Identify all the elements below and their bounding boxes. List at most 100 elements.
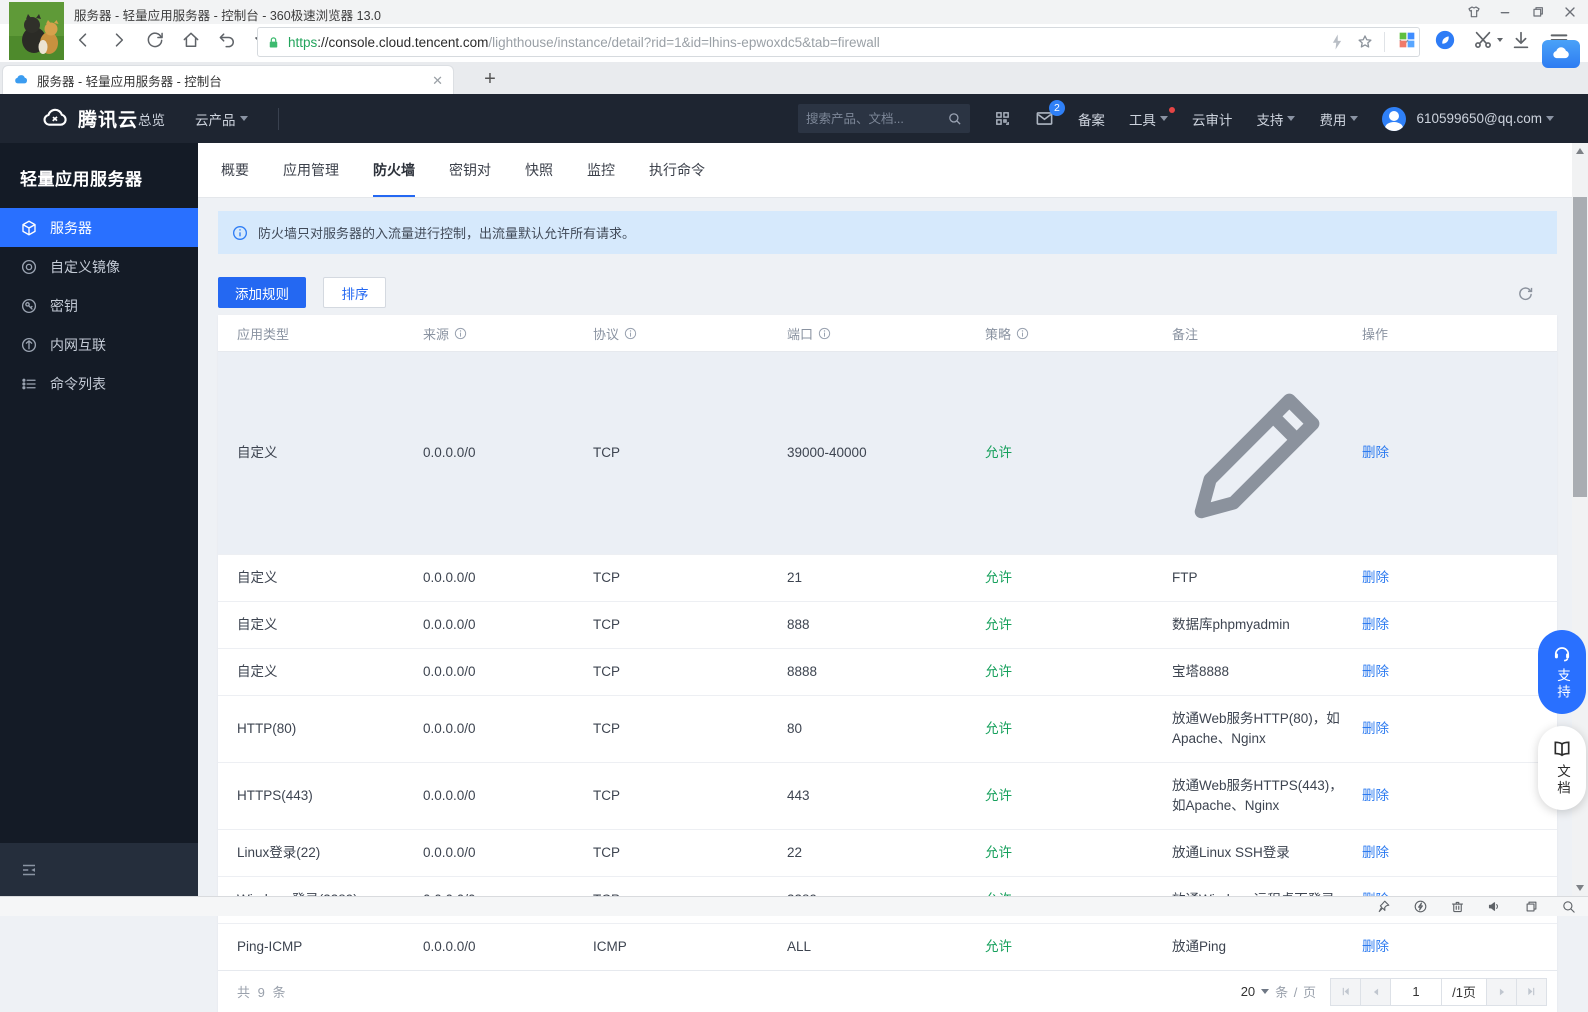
windows-icon[interactable]: [1524, 899, 1539, 914]
back-icon[interactable]: [72, 29, 94, 51]
prev-page-button[interactable]: [1360, 977, 1391, 1006]
cell-action: 删除: [1362, 830, 1557, 876]
close-icon[interactable]: [1562, 4, 1578, 20]
tab-close-icon[interactable]: ✕: [432, 74, 443, 87]
sort-button[interactable]: 排序: [323, 277, 387, 308]
theme-skin-icon[interactable]: [1466, 4, 1482, 20]
docs-float-button[interactable]: 文档: [1538, 726, 1586, 810]
refresh-icon[interactable]: [1517, 285, 1534, 302]
tencent-cloud-logo[interactable]: 腾讯云: [40, 94, 138, 143]
support-float-button[interactable]: 支持: [1538, 630, 1586, 714]
delete-rule-link[interactable]: 删除: [1362, 570, 1389, 585]
qrcode-icon[interactable]: [994, 110, 1011, 127]
topnav-item-备案[interactable]: 备案: [1078, 109, 1105, 129]
column-label: 备注: [1172, 326, 1199, 342]
edit-remark-icon[interactable]: [1172, 365, 1348, 541]
cell-app-type: Ping-ICMP: [237, 939, 303, 954]
next-page-button[interactable]: [1486, 977, 1517, 1006]
info-icon[interactable]: [818, 327, 831, 340]
sidebar-collapse-bar[interactable]: [0, 843, 198, 896]
cell-remark: [1172, 352, 1362, 554]
topnav-item-工具[interactable]: 工具: [1129, 106, 1175, 129]
account-menu[interactable]: 610599650@qq.com: [1382, 106, 1554, 131]
tab-防火墙[interactable]: 防火墙: [373, 143, 415, 197]
trash-icon[interactable]: [1450, 899, 1465, 914]
topnav-item-支持[interactable]: 支持: [1256, 109, 1296, 129]
lightning-icon[interactable]: [1328, 33, 1346, 51]
messages-icon[interactable]: 2: [1035, 100, 1065, 128]
topnav-products[interactable]: 云产品: [195, 109, 248, 129]
delete-rule-link[interactable]: 删除: [1362, 939, 1389, 954]
search-icon[interactable]: [947, 111, 962, 126]
tab-概要[interactable]: 概要: [221, 143, 249, 197]
volume-icon[interactable]: [1487, 899, 1502, 914]
info-icon[interactable]: [454, 327, 467, 340]
cell-app-type: HTTP(80): [237, 721, 297, 736]
tab-应用管理[interactable]: 应用管理: [283, 143, 339, 197]
undo-icon[interactable]: [216, 29, 238, 51]
speed-mode-icon[interactable]: [1413, 899, 1428, 914]
address-bar[interactable]: https://console.cloud.tencent.com/lighth…: [257, 27, 1420, 57]
sidebar-item-服务器[interactable]: 服务器: [0, 208, 198, 247]
sidebar-item-内网互联[interactable]: 内网互联: [0, 325, 198, 364]
new-tab-button[interactable]: +: [478, 68, 502, 91]
tab-执行命令[interactable]: 执行命令: [649, 143, 705, 197]
refresh-icon[interactable]: [144, 29, 166, 51]
browser-sync-cloud-badge[interactable]: [1542, 40, 1580, 68]
scrollbar-thumb[interactable]: [1573, 197, 1587, 497]
minimize-icon[interactable]: [1498, 4, 1514, 20]
tab-密钥对[interactable]: 密钥对: [449, 143, 491, 197]
delete-rule-link[interactable]: 删除: [1362, 664, 1389, 679]
page-number-input[interactable]: [1391, 984, 1441, 999]
cell-remark: 放通Linux SSH登录: [1172, 845, 1290, 860]
user-avatar-photo[interactable]: [9, 2, 64, 60]
last-page-button[interactable]: [1516, 977, 1547, 1006]
scroll-up-icon[interactable]: [1572, 143, 1588, 159]
collapse-sidebar-icon[interactable]: [20, 861, 38, 879]
screenshot-icon[interactable]: [1472, 29, 1503, 51]
cell-port: 888: [787, 617, 810, 632]
tab-快照[interactable]: 快照: [525, 143, 553, 197]
delete-rule-link[interactable]: 删除: [1362, 617, 1389, 632]
browser-tab-active[interactable]: 服务器 - 轻量应用服务器 - 控制台 ✕: [2, 65, 454, 94]
add-rule-button[interactable]: 添加规则: [218, 277, 306, 308]
table-row: 自定义 0.0.0.0/0 TCP 888 允许 数据库phpmyadmin 删除: [218, 601, 1557, 648]
tab-监控[interactable]: 监控: [587, 143, 615, 197]
info-icon[interactable]: [1016, 327, 1029, 340]
magnifier-icon[interactable]: [1561, 899, 1576, 914]
browser-app-icon[interactable]: [1434, 29, 1456, 51]
browser-nav-icons: [72, 29, 274, 51]
cell-protocol: TCP: [593, 845, 620, 860]
sidebar-item-命令列表[interactable]: 命令列表: [0, 364, 198, 403]
topnav-item-费用[interactable]: 费用: [1319, 109, 1359, 129]
home-icon[interactable]: [180, 29, 202, 51]
page-size-select[interactable]: 20 条 / 页: [1241, 982, 1317, 1001]
maximize-icon[interactable]: [1530, 4, 1546, 20]
delete-rule-link[interactable]: 删除: [1362, 788, 1389, 803]
per-page-label: 条 / 页: [1275, 985, 1317, 1000]
column-header-备注: 备注: [1172, 324, 1362, 343]
download-icon[interactable]: [1510, 29, 1532, 51]
column-label: 协议: [593, 326, 620, 342]
apps-grid-icon[interactable]: [1396, 29, 1418, 51]
sidebar-item-自定义镜像[interactable]: 自定义镜像: [0, 247, 198, 286]
sidebar-item-密钥[interactable]: 密钥: [0, 286, 198, 325]
info-icon: [233, 225, 247, 240]
search-input[interactable]: [805, 111, 941, 126]
delete-rule-link[interactable]: 删除: [1362, 845, 1389, 860]
first-page-button[interactable]: [1330, 977, 1361, 1006]
topnav-item-云审计[interactable]: 云审计: [1192, 109, 1233, 129]
topnav-overview[interactable]: 总览: [138, 109, 165, 129]
url-text[interactable]: https://console.cloud.tencent.com/lighth…: [288, 35, 1328, 50]
console-search-box[interactable]: [797, 104, 970, 133]
delete-rule-link[interactable]: 删除: [1362, 721, 1389, 736]
forward-icon[interactable]: [108, 29, 130, 51]
info-icon[interactable]: [624, 327, 637, 340]
cell-port: 80: [787, 721, 803, 736]
scroll-down-icon[interactable]: [1572, 880, 1588, 896]
cell-source: 0.0.0.0/0: [423, 721, 476, 736]
favorite-star-icon[interactable]: [1356, 33, 1374, 51]
pushpin-icon[interactable]: [1376, 899, 1391, 914]
cell-source: 0.0.0.0/0: [423, 939, 476, 954]
delete-rule-link[interactable]: 删除: [1362, 445, 1389, 460]
